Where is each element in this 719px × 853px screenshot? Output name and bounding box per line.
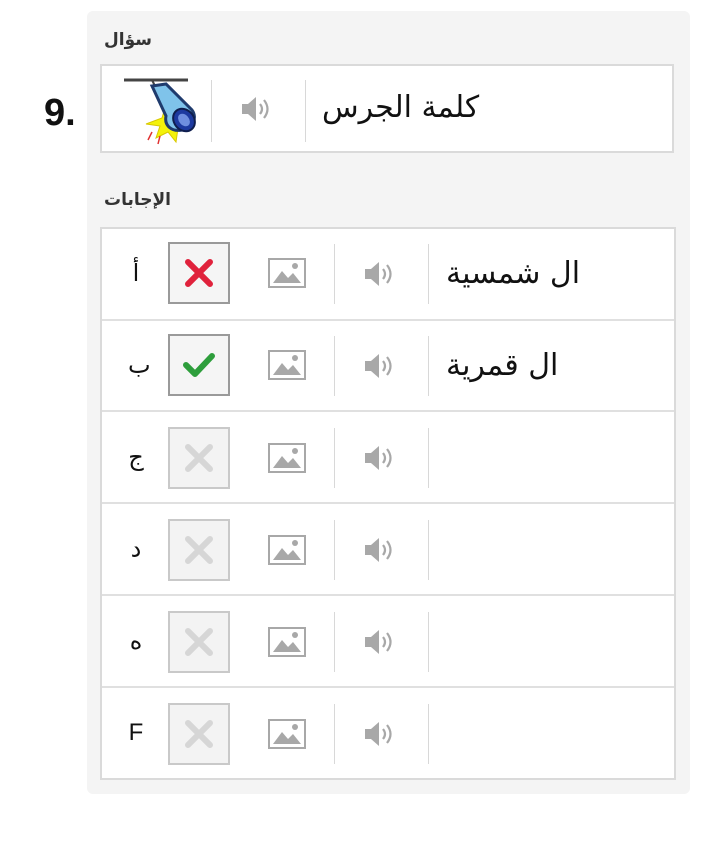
row-divider-vertical — [428, 612, 429, 672]
question-divider-2 — [305, 80, 306, 142]
row-divider-vertical — [428, 520, 429, 580]
speaker-icon — [365, 446, 392, 470]
image-icon — [268, 350, 306, 380]
row-divider-vertical — [428, 704, 429, 764]
row-divider-vertical — [334, 612, 335, 672]
question-number: 9. — [44, 92, 76, 134]
cross-icon — [185, 720, 213, 748]
answer-audio-button[interactable] — [363, 259, 397, 293]
speaker-icon — [365, 722, 392, 746]
row-divider-vertical — [334, 520, 335, 580]
row-divider — [102, 410, 674, 412]
image-icon — [268, 443, 306, 473]
answer-letter: أ — [132, 259, 140, 287]
answer-image-button[interactable] — [268, 535, 306, 569]
row-divider-vertical — [428, 336, 429, 396]
row-divider — [102, 502, 674, 504]
image-icon — [268, 258, 306, 288]
speaker-icon — [242, 97, 269, 121]
question-audio-button[interactable] — [240, 94, 274, 128]
row-divider — [102, 319, 674, 321]
answer-audio-button[interactable] — [363, 351, 397, 385]
answer-letter: ب — [128, 351, 151, 379]
answer-letter: د — [130, 535, 142, 563]
answer-image-button[interactable] — [268, 350, 306, 384]
answer-text[interactable]: ال قمرية — [446, 348, 558, 383]
answer-mark-toggle[interactable] — [168, 519, 230, 581]
answer-mark-toggle[interactable] — [168, 611, 230, 673]
row-divider — [102, 686, 674, 688]
answer-image-button[interactable] — [268, 719, 306, 753]
row-divider-vertical — [428, 244, 429, 304]
answer-image-button[interactable] — [268, 627, 306, 661]
bell-image[interactable] — [122, 74, 208, 146]
image-icon — [268, 719, 306, 749]
answer-mark-toggle[interactable] — [168, 334, 230, 396]
answer-letter: ج — [128, 443, 144, 471]
answer-audio-button[interactable] — [363, 719, 397, 753]
row-divider-vertical — [428, 428, 429, 488]
speaker-icon — [365, 538, 392, 562]
row-divider-vertical — [334, 336, 335, 396]
cross-icon — [185, 259, 213, 287]
answer-image-button[interactable] — [268, 258, 306, 292]
row-divider-vertical — [334, 244, 335, 304]
speaker-icon — [365, 262, 392, 286]
answer-image-button[interactable] — [268, 443, 306, 477]
image-icon — [268, 535, 306, 565]
answer-audio-button[interactable] — [363, 627, 397, 661]
answer-audio-button[interactable] — [363, 535, 397, 569]
question-text[interactable]: كلمة الجرس — [322, 90, 479, 125]
question-section-label: سؤال — [104, 30, 152, 50]
speaker-icon — [365, 630, 392, 654]
question-divider-1 — [211, 80, 212, 142]
answer-mark-toggle[interactable] — [168, 242, 230, 304]
cross-icon — [185, 628, 213, 656]
answers-section-label: الإجابات — [104, 190, 171, 210]
answer-audio-button[interactable] — [363, 443, 397, 477]
cross-icon — [185, 444, 213, 472]
answer-letter: F — [128, 719, 144, 746]
image-icon — [268, 627, 306, 657]
checkmark-icon — [183, 353, 215, 377]
cross-icon — [185, 536, 213, 564]
answer-mark-toggle[interactable] — [168, 703, 230, 765]
answer-mark-toggle[interactable] — [168, 427, 230, 489]
row-divider-vertical — [334, 428, 335, 488]
answer-letter: ه — [129, 627, 143, 655]
row-divider-vertical — [334, 704, 335, 764]
answer-text[interactable]: ال شمسية — [446, 256, 580, 291]
bell-icon — [124, 78, 196, 145]
speaker-icon — [365, 354, 392, 378]
row-divider — [102, 594, 674, 596]
